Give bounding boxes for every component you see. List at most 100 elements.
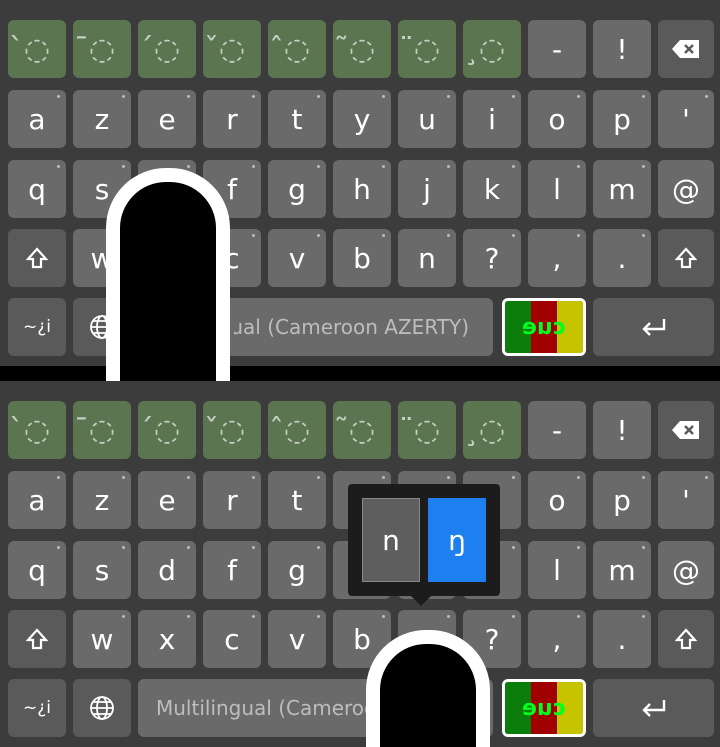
language-key[interactable] (73, 679, 131, 737)
key-at[interactable]: @ (658, 541, 714, 599)
key-apostrophe[interactable]: ' (658, 90, 714, 148)
key-label: s (94, 172, 110, 206)
key-o[interactable]: o (528, 90, 586, 148)
key-label: g (288, 553, 306, 587)
key-macron[interactable]: ̄◌ (73, 401, 131, 459)
key-dash[interactable]: - (528, 20, 586, 78)
key-t[interactable]: t (268, 90, 326, 148)
key-circumflex[interactable]: ̂◌ (268, 401, 326, 459)
key-at[interactable]: @ (658, 160, 714, 218)
key-c[interactable]: c (203, 610, 261, 668)
key-g[interactable]: g (268, 160, 326, 218)
key-z[interactable]: z (73, 90, 131, 148)
enter-icon (641, 319, 665, 336)
key-label: m (608, 553, 636, 587)
key-s[interactable]: s (73, 541, 131, 599)
key-macron[interactable]: ̄◌ (73, 20, 131, 78)
key-label: ̂◌ (283, 412, 311, 448)
key-m[interactable]: m (593, 160, 651, 218)
backspace-key[interactable] (658, 20, 714, 78)
key-label: d (158, 553, 176, 587)
key-a[interactable]: a (8, 90, 66, 148)
key-period[interactable]: . (593, 229, 651, 287)
key-j[interactable]: j (398, 160, 456, 218)
shift-key-left[interactable] (8, 229, 66, 287)
key-caron[interactable]: ̌◌ (203, 401, 261, 459)
key-m[interactable]: m (593, 541, 651, 599)
symbols-key[interactable]: ~¿i (8, 298, 66, 356)
key-a[interactable]: a (8, 471, 66, 529)
key-period[interactable]: . (593, 610, 651, 668)
key-label: e (158, 102, 176, 136)
key-label: n (418, 241, 436, 275)
key-comma[interactable]: , (528, 229, 586, 287)
key-q[interactable]: q (8, 160, 66, 218)
key-question[interactable]: ? (463, 229, 521, 287)
key-label: ̀◌ (23, 412, 51, 448)
key-label: . (617, 241, 627, 275)
key-e[interactable]: e (138, 90, 196, 148)
shift-key-left[interactable] (8, 610, 66, 668)
key-i[interactable]: i (463, 90, 521, 148)
key-p[interactable]: p (593, 90, 651, 148)
key-circumflex[interactable]: ̂◌ (268, 20, 326, 78)
key-caron[interactable]: ̌◌ (203, 20, 261, 78)
key-r[interactable]: r (203, 471, 261, 529)
key-grave[interactable]: ̀◌ (8, 401, 66, 459)
key-dash[interactable]: - (528, 401, 586, 459)
key-x[interactable]: x (138, 610, 196, 668)
key-b[interactable]: b (333, 229, 391, 287)
language-flag-key[interactable]: cue (502, 298, 586, 356)
key-q[interactable]: q (8, 541, 66, 599)
key-exclamation[interactable]: ! (593, 401, 651, 459)
key-p[interactable]: p (593, 471, 651, 529)
key-diaeresis[interactable]: ̈◌ (398, 20, 456, 78)
shift-key-right[interactable] (658, 229, 714, 287)
key-acute[interactable]: ́◌ (138, 401, 196, 459)
key-cedilla[interactable]: ̧◌ (463, 401, 521, 459)
popup-key-eng[interactable]: ŋ (428, 498, 486, 582)
backspace-key[interactable] (658, 401, 714, 459)
key-n[interactable]: n (398, 229, 456, 287)
key-label: ̧◌ (478, 31, 506, 67)
key-label: y (353, 102, 371, 136)
key-label: r (226, 483, 238, 517)
key-label: @ (672, 172, 700, 206)
key-apostrophe[interactable]: ' (658, 471, 714, 529)
key-label: ? (484, 622, 500, 656)
enter-key[interactable] (593, 298, 714, 356)
key-u[interactable]: u (398, 90, 456, 148)
key-d[interactable]: d (138, 541, 196, 599)
key-w[interactable]: w (73, 610, 131, 668)
popup-key-n[interactable]: n (362, 498, 420, 582)
key-label: i (488, 102, 496, 136)
key-h[interactable]: h (333, 160, 391, 218)
key-g[interactable]: g (268, 541, 326, 599)
key-y[interactable]: y (333, 90, 391, 148)
language-flag-key[interactable]: cue (502, 679, 586, 737)
key-v[interactable]: v (268, 229, 326, 287)
key-z[interactable]: z (73, 471, 131, 529)
key-k[interactable]: k (463, 160, 521, 218)
backspace-icon (672, 40, 699, 58)
key-r[interactable]: r (203, 90, 261, 148)
key-tilde[interactable]: ̃◌ (333, 20, 391, 78)
key-exclamation[interactable]: ! (593, 20, 651, 78)
key-l[interactable]: l (528, 160, 586, 218)
key-grave[interactable]: ̀◌ (8, 20, 66, 78)
key-cedilla[interactable]: ̧◌ (463, 20, 521, 78)
key-l[interactable]: l (528, 541, 586, 599)
shift-key-right[interactable] (658, 610, 714, 668)
key-f[interactable]: f (203, 541, 261, 599)
key-label: ̄◌ (88, 412, 116, 448)
key-acute[interactable]: ́◌ (138, 20, 196, 78)
key-o[interactable]: o (528, 471, 586, 529)
key-comma[interactable]: , (528, 610, 586, 668)
key-diaeresis[interactable]: ̈◌ (398, 401, 456, 459)
key-t[interactable]: t (268, 471, 326, 529)
key-e[interactable]: e (138, 471, 196, 529)
symbols-key[interactable]: ~¿i (8, 679, 66, 737)
key-tilde[interactable]: ̃◌ (333, 401, 391, 459)
enter-key[interactable] (593, 679, 714, 737)
key-v[interactable]: v (268, 610, 326, 668)
